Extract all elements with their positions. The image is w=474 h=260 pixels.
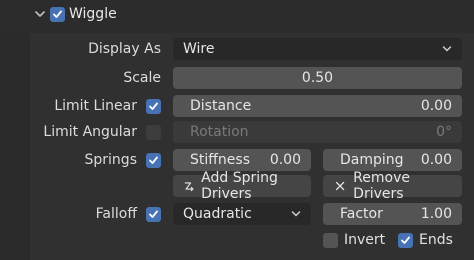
stiffness-label: Stiffness: [190, 152, 250, 168]
remove-drivers-label: Remove Drivers: [353, 170, 410, 202]
add-spring-drivers-label: Add Spring Drivers: [201, 170, 278, 202]
scale-value: 0.50: [301, 70, 334, 86]
falloff-type-dropdown[interactable]: Quadratic: [173, 203, 311, 225]
driver-icon: [184, 182, 194, 192]
invert-label: Invert: [344, 232, 386, 248]
falloff-checkbox[interactable]: [146, 207, 161, 222]
close-icon: [335, 181, 345, 191]
scale-field[interactable]: 0.50: [173, 67, 462, 89]
display-as-value: Wire: [183, 41, 215, 57]
falloff-type-value: Quadratic: [183, 206, 252, 222]
chevron-down-icon: [291, 211, 301, 217]
damping-value: 0.00: [420, 152, 452, 168]
factor-field[interactable]: Factor 1.00: [323, 203, 462, 225]
factor-value: 1.00: [420, 206, 452, 222]
checkmark-icon: [401, 236, 410, 244]
panel-left-gutter: [0, 33, 30, 260]
distance-field[interactable]: Distance 0.00: [173, 95, 462, 117]
damping-label: Damping: [340, 152, 404, 168]
checkmark-icon: [53, 10, 62, 18]
limit-angular-label: Limit Angular: [43, 124, 137, 140]
panel-title: Wiggle: [69, 6, 117, 22]
limit-linear-checkbox[interactable]: [146, 99, 161, 114]
springs-checkbox[interactable]: [146, 153, 161, 168]
display-as-dropdown[interactable]: Wire: [173, 38, 462, 60]
stiffness-value: 0.00: [269, 152, 301, 168]
damping-field[interactable]: Damping 0.00: [323, 149, 462, 171]
checkmark-icon: [149, 210, 158, 218]
ends-checkbox[interactable]: [398, 232, 413, 248]
distance-label: Distance: [190, 98, 252, 114]
limit-angular-checkbox[interactable]: [146, 125, 161, 140]
scale-label: Scale: [123, 70, 161, 86]
falloff-label: Falloff: [95, 206, 137, 222]
ends-toggle[interactable]: Ends: [398, 232, 453, 248]
chevron-down-icon[interactable]: [33, 7, 47, 21]
invert-toggle[interactable]: Invert: [323, 232, 385, 248]
rotation-label: Rotation: [190, 124, 249, 140]
display-as-label: Display As: [88, 41, 161, 57]
factor-label: Factor: [340, 206, 383, 222]
rotation-value: 0°: [436, 124, 452, 140]
checkmark-icon: [149, 156, 158, 164]
limit-linear-label: Limit Linear: [54, 98, 137, 114]
distance-value: 0.00: [420, 98, 452, 114]
ends-label: Ends: [419, 232, 453, 248]
invert-checkbox[interactable]: [323, 232, 338, 248]
checkmark-icon: [149, 102, 158, 110]
add-spring-drivers-button[interactable]: Add Spring Drivers: [173, 170, 311, 202]
springs-label: Springs: [84, 152, 137, 168]
stiffness-field[interactable]: Stiffness 0.00: [173, 149, 311, 171]
rotation-field[interactable]: Rotation 0°: [173, 121, 462, 143]
chevron-down-icon: [442, 46, 452, 52]
wiggle-enable-checkbox[interactable]: [50, 7, 65, 22]
remove-drivers-button[interactable]: Remove Drivers: [323, 170, 462, 202]
